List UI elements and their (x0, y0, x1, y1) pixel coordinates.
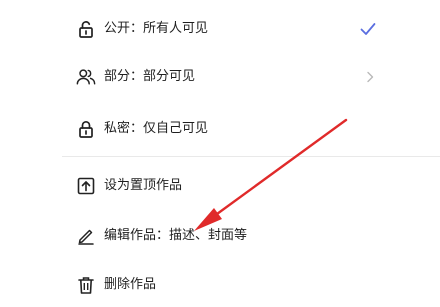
privacy-private-label: 私密：仅自己可见 (104, 121, 209, 136)
delete-work-label: 删除作品 (104, 277, 157, 292)
pin-work-label: 设为置顶作品 (104, 178, 183, 193)
lock-icon (76, 119, 96, 139)
privacy-public-label: 公开：所有人可见 (104, 21, 209, 36)
trash-icon (76, 275, 96, 295)
check-icon (358, 19, 378, 39)
privacy-partial-label: 部分：部分可见 (104, 69, 196, 84)
pin-to-top-icon (76, 176, 96, 196)
pencil-icon (76, 226, 96, 246)
privacy-option-private[interactable]: 私密：仅自己可见 (0, 107, 440, 151)
chevron-right-icon (364, 69, 376, 85)
privacy-option-partial[interactable]: 部分：部分可见 (0, 55, 440, 99)
work-options-menu: 公开：所有人可见 部分：部分可见 私密：仅自己可见 设为置顶作品 编辑作品：描述… (0, 0, 440, 294)
edit-work-button[interactable]: 编辑作品：描述、封面等 (0, 214, 440, 258)
edit-work-label: 编辑作品：描述、封面等 (104, 228, 248, 243)
delete-work-button[interactable]: 删除作品 (0, 263, 440, 307)
pin-work-button[interactable]: 设为置顶作品 (0, 164, 440, 208)
privacy-option-public[interactable]: 公开：所有人可见 (0, 7, 440, 51)
users-icon (76, 67, 96, 87)
menu-divider (62, 156, 440, 157)
unlock-icon (76, 19, 96, 39)
